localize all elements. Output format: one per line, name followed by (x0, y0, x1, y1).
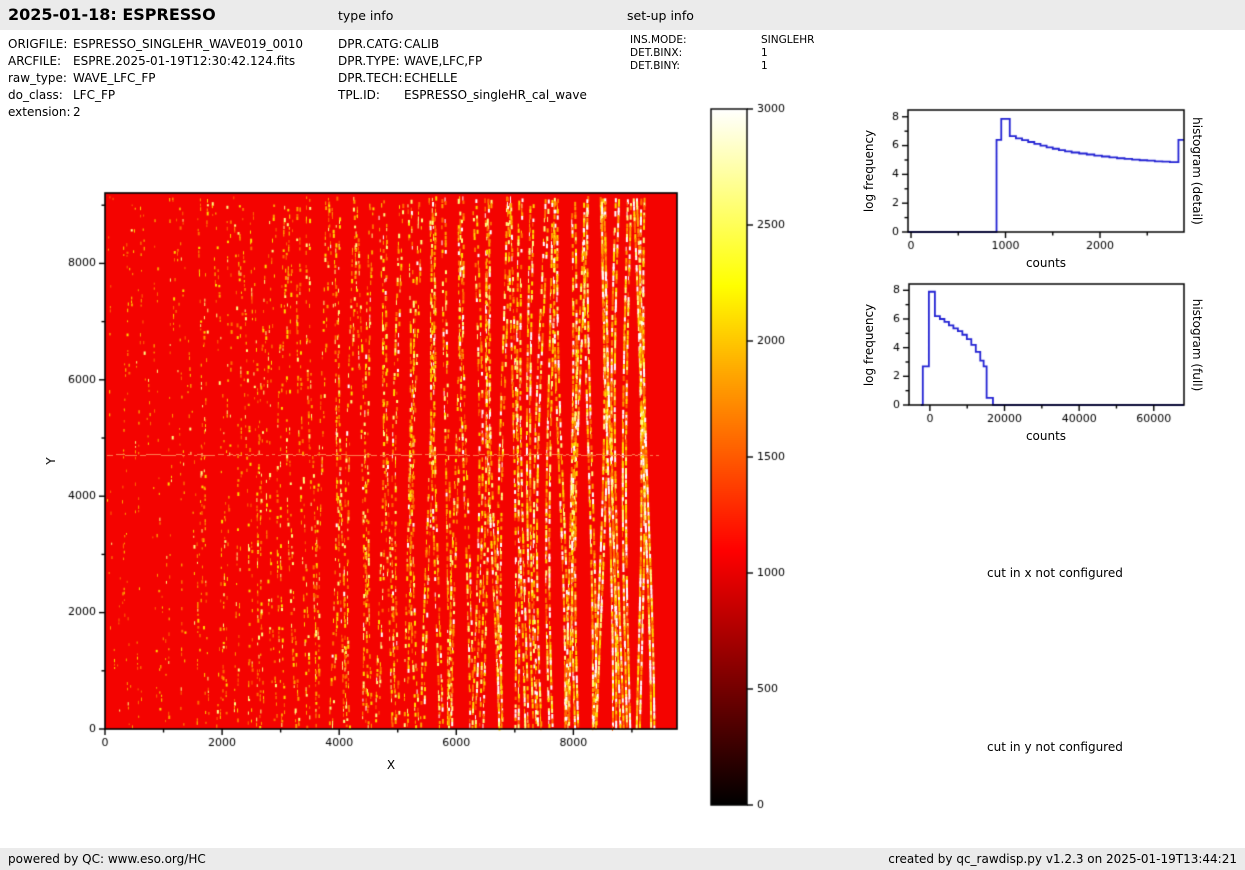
meta-label: do_class: (8, 87, 73, 104)
meta-label: DPR.TYPE: (338, 53, 404, 70)
header-bar: 2025-01-18: ESPRESSO type info set-up in… (0, 0, 1245, 30)
file-info-row: extension: 2 (8, 104, 303, 121)
setup-info-row: INS.MODE: SINGLEHR (630, 34, 814, 47)
setup-info-row: DET.BINX: 1 (630, 47, 814, 60)
meta-value: 1 (761, 60, 768, 73)
meta-value: ESPRE.2025-01-19T12:30:42.124.fits (73, 53, 295, 70)
histogram-detail-x-axis-label: counts (1026, 256, 1066, 270)
type-info-row: DPR.CATG: CALIB (338, 36, 587, 53)
footer-right-text: created by qc_rawdisp.py v1.2.3 on 2025-… (888, 848, 1237, 870)
setup-info-header: set-up info (627, 8, 694, 23)
meta-value: WAVE,LFC,FP (404, 53, 482, 70)
meta-label: DPR.CATG: (338, 36, 404, 53)
type-info-row: DPR.TYPE: WAVE,LFC,FP (338, 53, 587, 70)
raw-image-y-axis-label: Y (44, 457, 58, 464)
setup-info-block: INS.MODE: SINGLEHR DET.BINX: 1 DET.BINY:… (630, 34, 814, 72)
page-title: 2025-01-18: ESPRESSO (8, 5, 216, 24)
histogram-detail-title: histogram (detail) (1190, 117, 1204, 225)
meta-value: WAVE_LFC_FP (73, 70, 156, 87)
meta-value: 2 (73, 104, 81, 121)
histogram-full-y-axis-label: log frequency (862, 304, 876, 386)
meta-value: ESPRESSO_singleHR_cal_wave (404, 87, 587, 104)
meta-label: DET.BINY: (630, 60, 761, 73)
meta-value: LFC_FP (73, 87, 115, 104)
type-info-row: TPL.ID: ESPRESSO_singleHR_cal_wave (338, 87, 587, 104)
type-info-header: type info (338, 8, 393, 23)
type-info-block: DPR.CATG: CALIB DPR.TYPE: WAVE,LFC,FP DP… (338, 36, 587, 104)
meta-label: INS.MODE: (630, 34, 761, 47)
file-info-block: ORIGFILE: ESPRESSO_SINGLEHR_WAVE019_0010… (8, 36, 303, 121)
qc-rawdisp-report: 2025-01-18: ESPRESSO type info set-up in… (0, 0, 1245, 870)
file-info-row: raw_type: WAVE_LFC_FP (8, 70, 303, 87)
meta-label: ORIGFILE: (8, 36, 73, 53)
file-info-row: ARCFILE: ESPRE.2025-01-19T12:30:42.124.f… (8, 53, 303, 70)
meta-label: extension: (8, 104, 73, 121)
cut-y-message: cut in y not configured (987, 740, 1123, 754)
meta-label: DET.BINX: (630, 47, 761, 60)
file-info-row: do_class: LFC_FP (8, 87, 303, 104)
cut-x-message: cut in x not configured (987, 566, 1123, 580)
meta-value: SINGLEHR (761, 34, 814, 47)
meta-value: CALIB (404, 36, 439, 53)
type-info-row: DPR.TECH: ECHELLE (338, 70, 587, 87)
meta-value: ESPRESSO_SINGLEHR_WAVE019_0010 (73, 36, 303, 53)
meta-label: ARCFILE: (8, 53, 73, 70)
raw-image-plot (40, 175, 740, 790)
meta-value: ECHELLE (404, 70, 458, 87)
histogram-full-x-axis-label: counts (1026, 429, 1066, 443)
colorbar (695, 95, 825, 820)
raw-image-x-axis-label: X (387, 758, 395, 772)
meta-label: TPL.ID: (338, 87, 404, 104)
meta-value: 1 (761, 47, 768, 60)
setup-info-row: DET.BINY: 1 (630, 60, 814, 73)
histogram-full-plot (855, 270, 1245, 445)
meta-label: DPR.TECH: (338, 70, 404, 87)
histogram-detail-plot (855, 95, 1245, 270)
histogram-full-title: histogram (full) (1190, 299, 1204, 392)
file-info-row: ORIGFILE: ESPRESSO_SINGLEHR_WAVE019_0010 (8, 36, 303, 53)
meta-label: raw_type: (8, 70, 73, 87)
histogram-detail-y-axis-label: log frequency (862, 130, 876, 212)
footer-left-text: powered by QC: www.eso.org/HC (8, 848, 206, 870)
footer-bar: powered by QC: www.eso.org/HC created by… (0, 848, 1245, 870)
